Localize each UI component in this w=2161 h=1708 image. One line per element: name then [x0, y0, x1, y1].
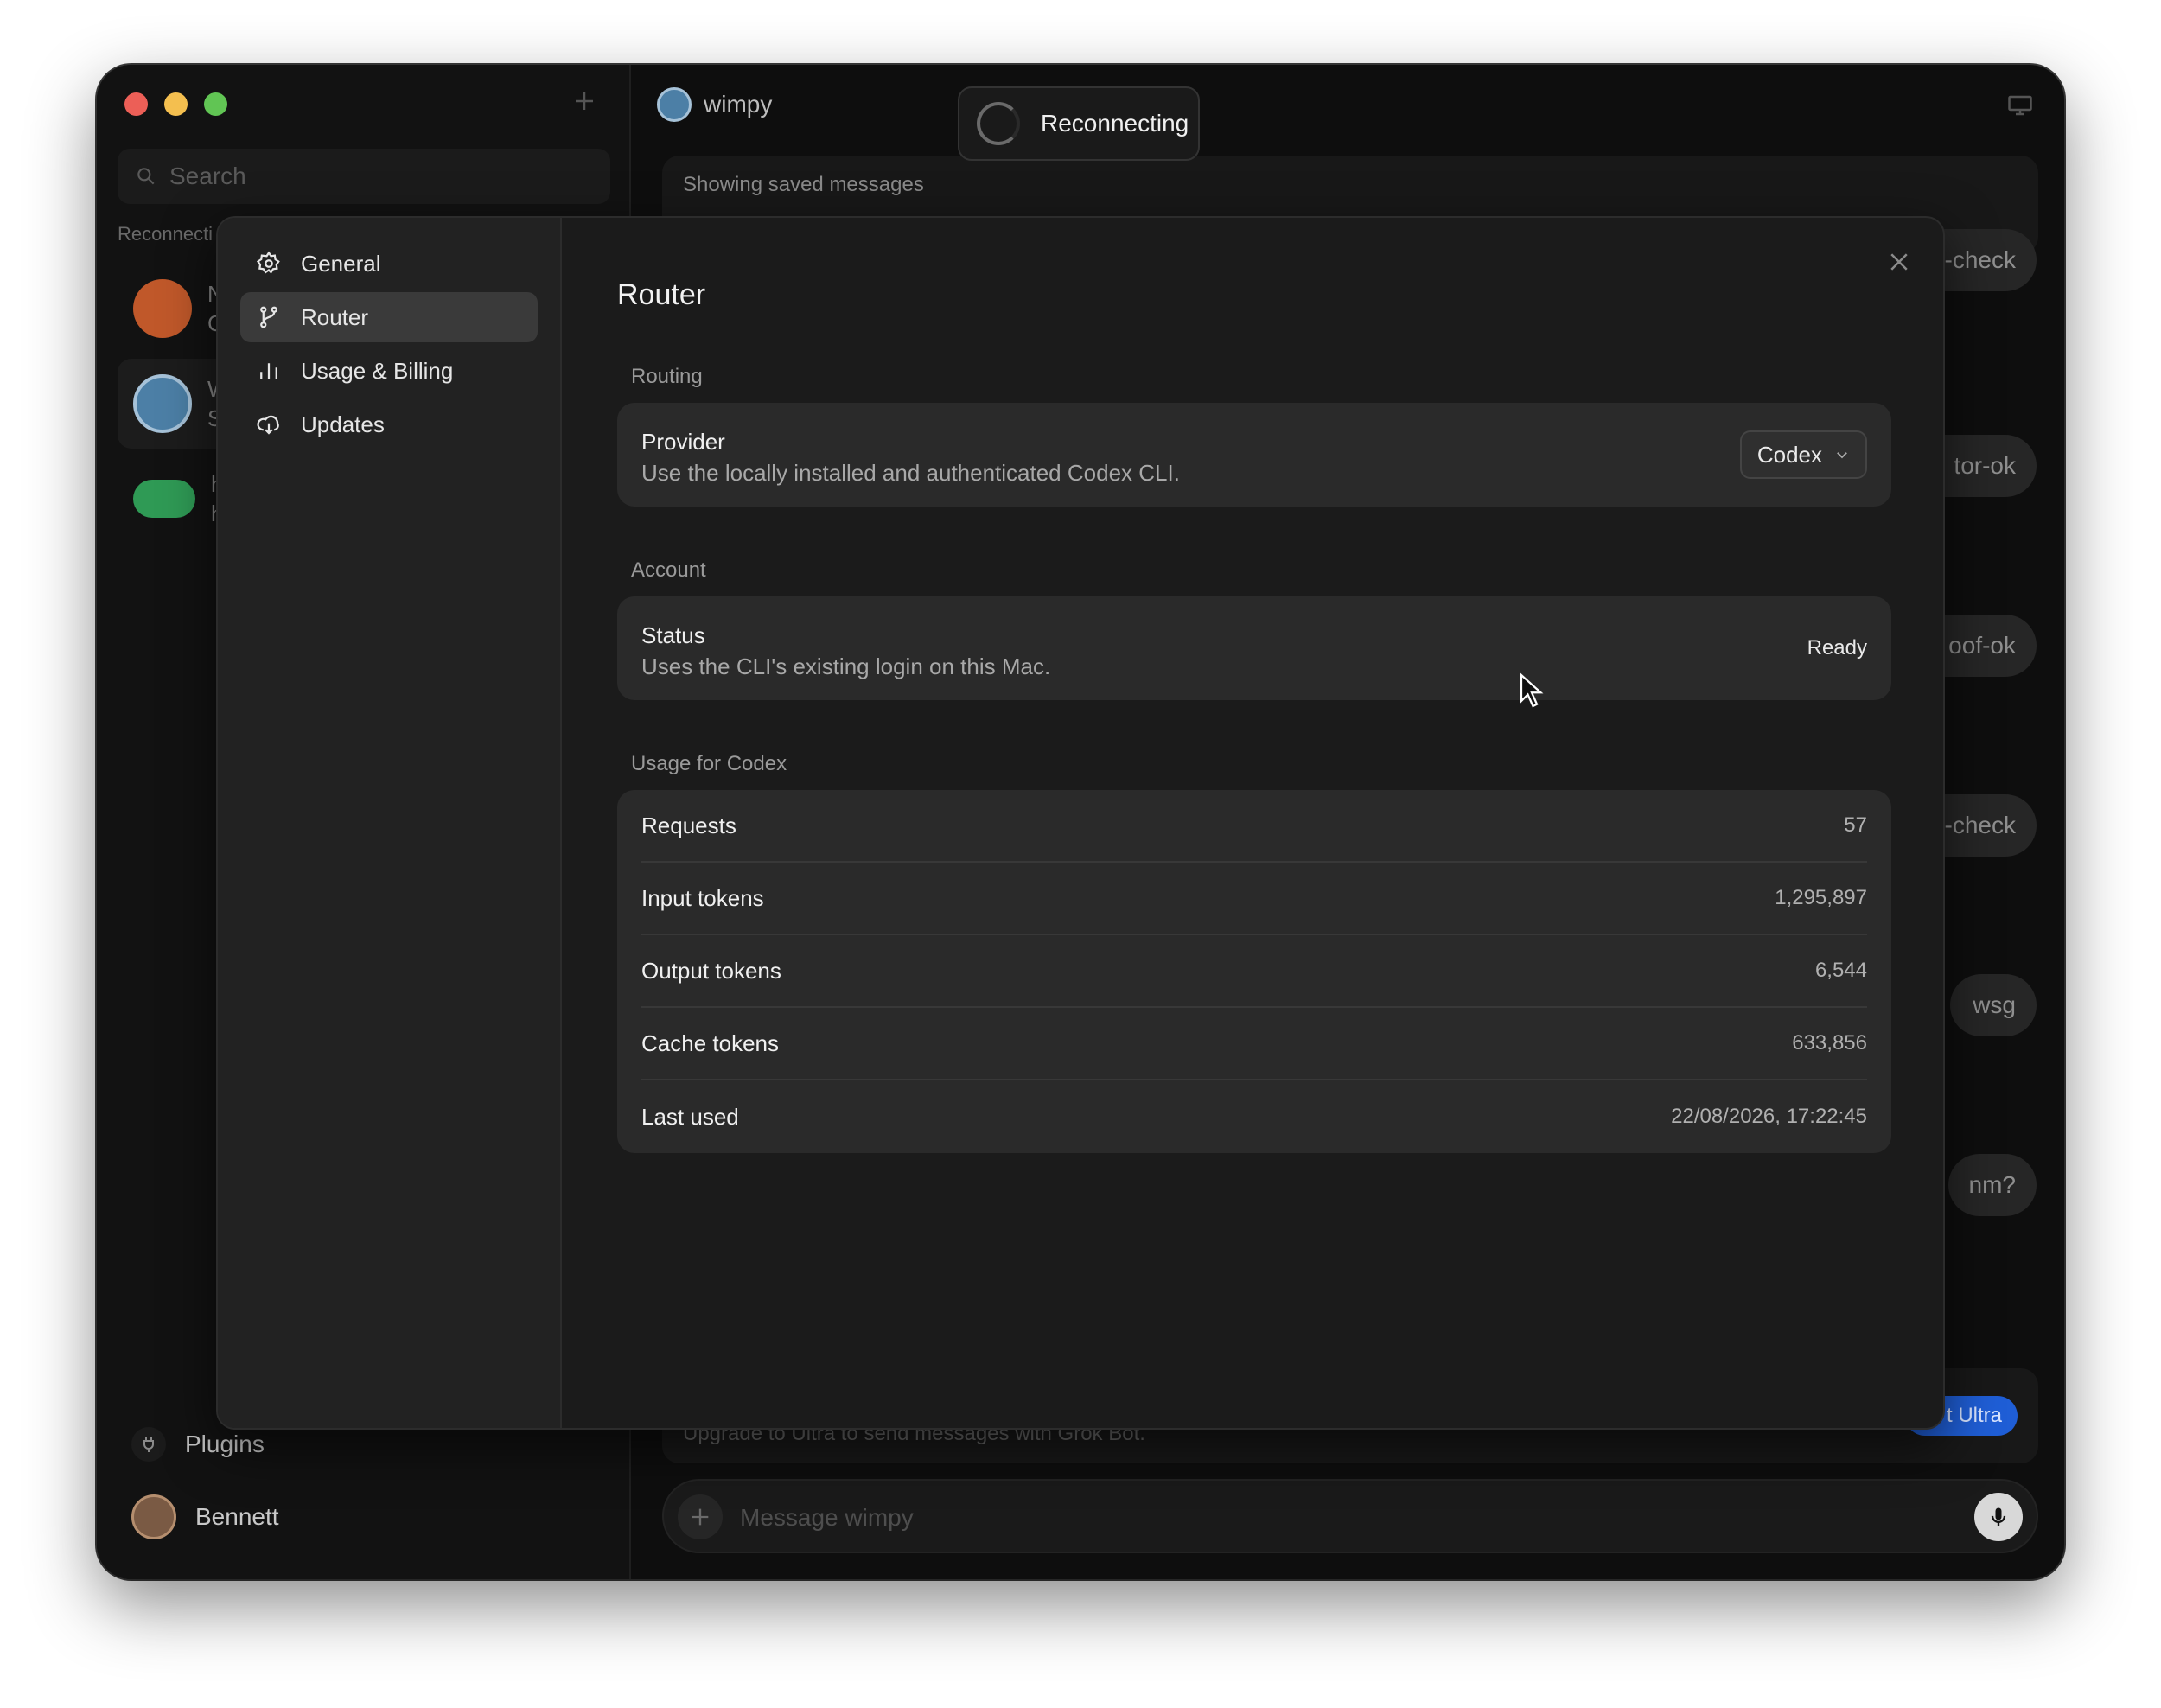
display-icon[interactable]	[2007, 94, 2033, 117]
chevron-down-icon	[1837, 452, 1847, 459]
provider-title: Provider	[641, 429, 725, 455]
usage-row-cache-tokens: Cache tokens 633,856	[641, 1008, 1867, 1080]
mouse-cursor-icon	[1520, 672, 1544, 708]
usage-value: 22/08/2026, 17:22:45	[1671, 1105, 1867, 1128]
branch-icon	[260, 306, 277, 328]
settings-modal: General Router Usage & Billing Updates R…	[216, 216, 1945, 1430]
close-window-button[interactable]	[124, 92, 148, 116]
nav-label: Router	[301, 303, 369, 330]
plug-icon	[131, 1427, 166, 1462]
status-setting: Status Uses the CLI's existing login on …	[641, 621, 1050, 683]
provider-description: Use the locally installed and authentica…	[641, 460, 1180, 486]
user-avatar	[131, 1494, 176, 1539]
message-input[interactable]	[740, 1498, 1933, 1538]
gear-icon	[256, 251, 280, 274]
routing-card: Provider Use the locally installed and a…	[617, 403, 1891, 507]
usage-group-label: Usage for Codex	[631, 752, 787, 775]
user-profile-button[interactable]: Bennett	[131, 1486, 598, 1548]
avatar	[133, 279, 192, 338]
chat-header: wimpy	[657, 87, 772, 122]
cloud-download-icon	[257, 415, 279, 435]
nav-label: Usage & Billing	[301, 357, 454, 384]
search-input[interactable]	[169, 163, 584, 190]
usage-value: 633,856	[1792, 1031, 1867, 1055]
status-title: Status	[641, 622, 705, 648]
account-group-label: Account	[631, 558, 706, 582]
new-chat-button[interactable]	[567, 86, 602, 120]
usage-label: Output tokens	[641, 957, 781, 984]
chat-avatar	[657, 87, 692, 122]
nav-label: Updates	[301, 411, 385, 437]
message-bubble: nm?	[1948, 1154, 2037, 1216]
avatar	[133, 480, 195, 518]
status-value: Ready	[1807, 636, 1867, 660]
usage-row-requests: Requests 57	[641, 790, 1867, 863]
usage-card: Requests 57 Input tokens 1,295,897 Outpu…	[617, 790, 1891, 1153]
avatar	[133, 374, 192, 433]
plugins-label: Plugins	[185, 1431, 265, 1457]
minimize-window-button[interactable]	[164, 92, 188, 116]
attach-button[interactable]	[678, 1494, 723, 1539]
account-card: Status Uses the CLI's existing login on …	[617, 596, 1891, 700]
settings-nav-usage-billing[interactable]: Usage & Billing	[240, 346, 538, 396]
provider-select[interactable]: Codex	[1739, 430, 1867, 479]
usage-value: 1,295,897	[1775, 886, 1867, 909]
settings-nav-updates[interactable]: Updates	[240, 399, 538, 449]
close-icon[interactable]	[1886, 249, 1912, 275]
usage-label: Requests	[641, 812, 736, 838]
zoom-window-button[interactable]	[204, 92, 227, 116]
message-composer	[662, 1479, 2038, 1553]
usage-label: Last used	[641, 1103, 739, 1130]
window-controls	[124, 92, 227, 116]
section-label: Reconnecti	[118, 223, 214, 245]
routing-group-label: Routing	[631, 365, 703, 388]
chat-title: wimpy	[704, 91, 773, 118]
usage-value: 6,544	[1814, 959, 1867, 982]
user-name: Bennett	[195, 1503, 279, 1530]
page-title: Router	[617, 278, 706, 311]
nav-label: General	[301, 250, 381, 277]
message-bubble: wsg	[1950, 974, 2037, 1036]
usage-label: Input tokens	[641, 884, 764, 911]
spinner-icon	[977, 102, 1020, 145]
provider-value: Codex	[1756, 441, 1822, 468]
voice-input-button[interactable]	[1974, 1493, 2023, 1541]
settings-nav: General Router Usage & Billing Updates	[218, 218, 562, 1428]
search-box[interactable]	[118, 149, 610, 204]
reconnecting-toast: Reconnecting	[958, 86, 1200, 161]
search-icon	[137, 168, 155, 185]
saved-banner-text: Showing saved messages	[683, 173, 924, 196]
reconnecting-label: Reconnecting	[1041, 110, 1189, 137]
usage-row-output-tokens: Output tokens 6,544	[641, 935, 1867, 1008]
bar-chart-icon	[260, 363, 277, 379]
usage-row-input-tokens: Input tokens 1,295,897	[641, 863, 1867, 935]
settings-nav-general[interactable]: General	[240, 239, 538, 289]
plus-icon	[576, 92, 593, 110]
plus-icon	[692, 1508, 709, 1526]
usage-value: 57	[1844, 813, 1867, 837]
status-description: Uses the CLI's existing login on this Ma…	[641, 653, 1051, 679]
microphone-icon	[1991, 1507, 2006, 1526]
provider-setting: Provider Use the locally installed and a…	[641, 427, 1180, 489]
usage-label: Cache tokens	[641, 1029, 779, 1056]
settings-nav-router[interactable]: Router	[240, 292, 538, 342]
usage-row-last-used: Last used 22/08/2026, 17:22:45	[641, 1080, 1867, 1153]
